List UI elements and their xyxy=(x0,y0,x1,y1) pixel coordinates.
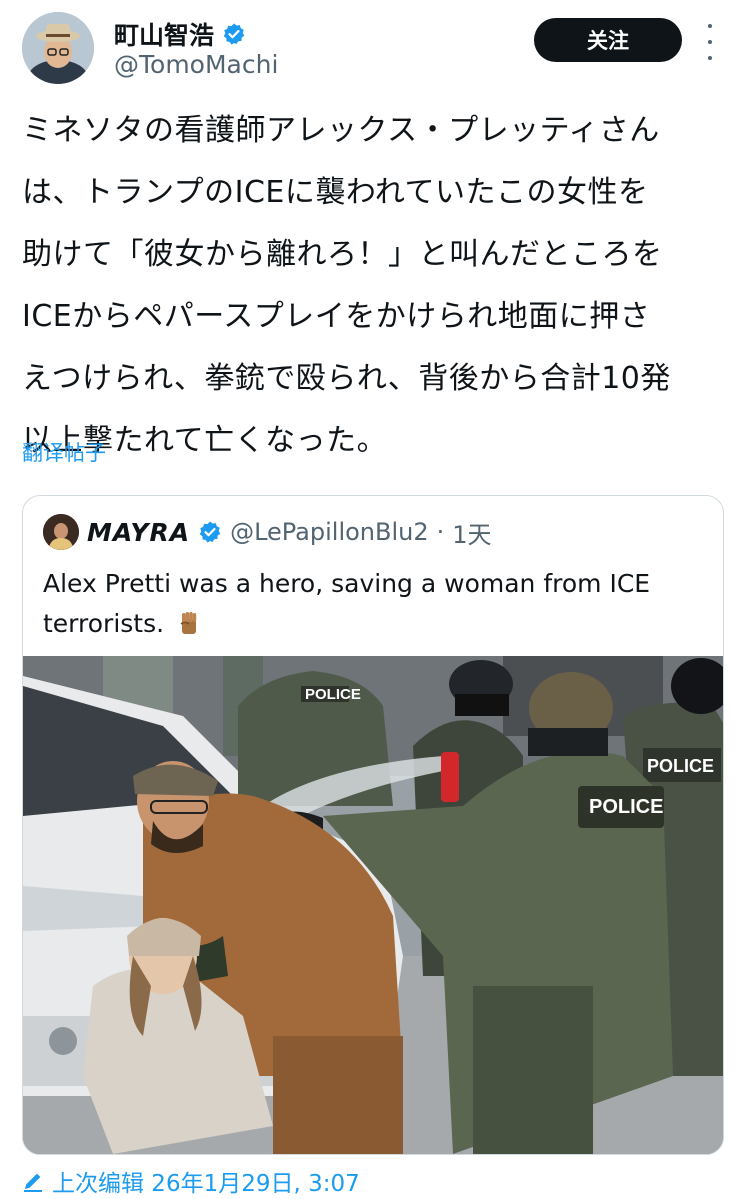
author-handle[interactable]: @TomoMachi xyxy=(114,50,278,79)
quote-line: Alex Pretti was a hero, saving a woman f… xyxy=(43,569,651,598)
tweet-line: えつけられ、拳銃で殴られ、背後から合計10発 xyxy=(22,361,671,396)
author-display-name[interactable]: 町山智浩 xyxy=(114,16,214,52)
raised-fist-icon xyxy=(180,612,197,634)
tweet-line: 助けて「彼女から離れろ！」と叫んだところを xyxy=(22,237,663,272)
police-label: POLICE xyxy=(305,686,361,703)
police-label: POLICE xyxy=(647,756,715,776)
verified-badge-icon xyxy=(222,22,246,46)
tweet-line: ICEからペパースプレイをかけられ地面に押さ xyxy=(22,299,651,334)
quote-author-avatar[interactable] xyxy=(43,514,79,550)
quote-line-2: terrorists. xyxy=(43,604,703,644)
separator-dot: · xyxy=(436,518,445,546)
quote-author-name[interactable]: MAYRA xyxy=(87,518,190,547)
quote-body: Alex Pretti was a hero, saving a woman f… xyxy=(43,564,703,644)
follow-button[interactable]: 关注 xyxy=(534,18,682,62)
police-label: POLICE xyxy=(589,796,664,818)
tweet-line: 以上撃たれて亡くなった。 xyxy=(22,423,388,458)
quote-author-handle[interactable]: @LePapillonBlu2 xyxy=(230,518,429,546)
tweet-header: 町山智浩 @TomoMachi 关注 xyxy=(22,10,722,86)
tweet-body: ミネソタの看護師アレックス・プレッティさん は、トランプのICEに襲われていたこ… xyxy=(22,100,727,472)
more-options-icon[interactable] xyxy=(700,24,720,60)
quoted-media-photo[interactable]: POLICE POLICE POLICE xyxy=(23,656,723,1154)
tweet-line: は、トランプのICEに襲われていたこの女性を xyxy=(22,175,649,210)
quote-line: terrorists. xyxy=(43,609,165,638)
quoted-tweet[interactable]: MAYRA @LePapillonBlu2 · 1天 Alex Pretti w… xyxy=(22,495,724,1155)
tweet-line: ミネソタの看護師アレックス・プレッティさん xyxy=(22,113,660,148)
quote-timestamp[interactable]: 1天 xyxy=(452,515,491,550)
verified-badge-icon xyxy=(198,520,222,544)
edited-label[interactable]: 上次编辑 26年1月29日, 3:07 xyxy=(52,1164,360,1198)
translate-post-link[interactable]: 翻译帖子 xyxy=(22,437,106,467)
edited-indicator[interactable]: 上次编辑 26年1月29日, 3:07 xyxy=(22,1164,360,1198)
photo-illustration xyxy=(23,656,723,1154)
pencil-icon xyxy=(24,1173,42,1192)
author-avatar[interactable] xyxy=(22,12,94,84)
